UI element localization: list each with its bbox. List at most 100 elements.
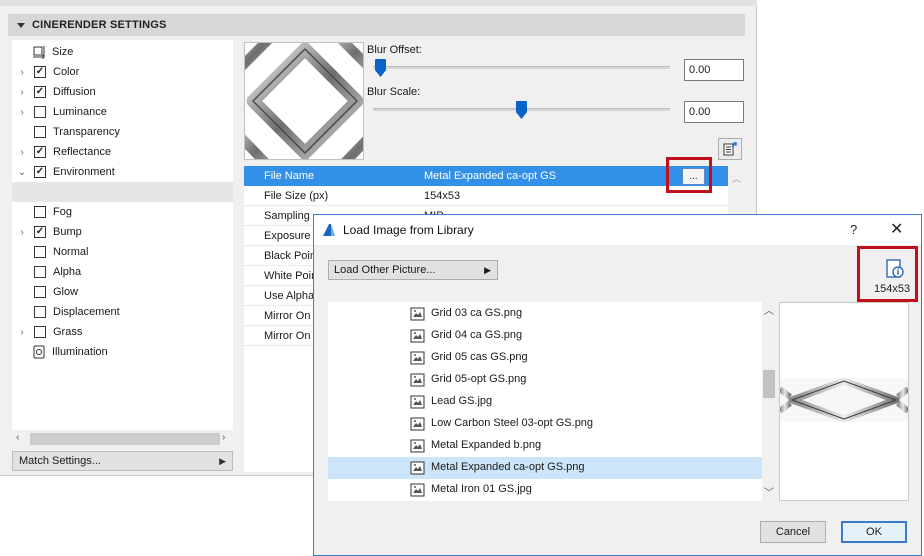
match-settings-button[interactable]: Match Settings... ▶ <box>12 451 233 471</box>
channel-label: Color <box>53 66 80 78</box>
blur-scale-input[interactable]: 0.00 <box>684 101 744 123</box>
channel-diffusion[interactable]: › ✓ Diffusion <box>12 82 233 102</box>
library-file-item[interactable]: Metal Expanded ca-opt GS.png <box>328 457 762 479</box>
checkbox-unchecked[interactable] <box>34 246 46 258</box>
checkbox-unchecked[interactable] <box>34 286 46 298</box>
image-file-icon <box>410 439 425 453</box>
load-other-picture-label: Load Other Picture... <box>334 264 436 276</box>
blur-offset-label: Blur Offset: <box>367 44 422 56</box>
expand-arrow-icon[interactable]: › <box>15 327 29 338</box>
expand-arrow-icon[interactable]: › <box>15 147 29 158</box>
checkbox-unchecked[interactable] <box>34 306 46 318</box>
metal-mesh-preview-image <box>780 303 908 500</box>
checkbox-checked[interactable]: ✓ <box>34 166 46 178</box>
channel-size[interactable]: Size <box>12 42 233 62</box>
checkbox-checked[interactable]: ✓ <box>34 86 46 98</box>
channel-color[interactable]: › ✓ Color <box>12 62 233 82</box>
library-file-item[interactable]: Grid 04 ca GS.png <box>328 325 762 347</box>
submenu-arrow-icon: ▶ <box>484 264 491 275</box>
library-file-item[interactable]: Grid 05 cas GS.png <box>328 347 762 369</box>
channel-label: Fog <box>53 206 72 218</box>
section-header[interactable]: CINERENDER SETTINGS <box>8 14 745 36</box>
image-file-icon <box>410 395 425 409</box>
cancel-button[interactable]: Cancel <box>760 521 826 543</box>
channel-label: Normal <box>53 246 89 258</box>
dialog-title: Load Image from Library <box>343 223 474 237</box>
checkbox-unchecked[interactable] <box>34 206 46 218</box>
section-title: CINERENDER SETTINGS <box>32 19 167 31</box>
channel-label: Transparency <box>53 126 120 138</box>
expand-arrow-icon[interactable]: › <box>15 67 29 78</box>
scroll-left-arrow-icon[interactable]: ‹ <box>16 432 19 443</box>
channel-label: Illumination <box>52 346 108 358</box>
expand-arrow-icon[interactable]: ⌄ <box>15 167 29 178</box>
library-file-item[interactable]: Metal Iron 01 GS.jpg <box>328 479 762 501</box>
channel-luminance[interactable]: › Luminance <box>12 102 233 122</box>
app-logo-icon <box>323 224 335 236</box>
channel-displacement[interactable]: Displacement <box>12 302 233 322</box>
channel-glow[interactable]: Glow <box>12 282 233 302</box>
channel-list: Size › ✓ Color › ✓ Diffusion › Luminance Transpar… <box>12 40 233 430</box>
scroll-down-arrow-icon[interactable]: ﹀ <box>764 484 774 499</box>
texture-options-button[interactable] <box>718 138 742 160</box>
channel-illumination[interactable]: Illumination <box>12 342 233 362</box>
checkbox-unchecked[interactable] <box>34 106 46 118</box>
table-scroll-up-icon[interactable]: ︿ <box>732 172 741 185</box>
help-button[interactable]: ? <box>850 222 857 237</box>
property-row[interactable]: File Size (px) 154x53 <box>244 186 728 206</box>
channel-bump[interactable]: › ✓ Bump <box>12 222 233 242</box>
checkbox-checked[interactable]: ✓ <box>34 66 46 78</box>
channel-list-scrollbar[interactable]: ‹ › <box>12 431 233 447</box>
file-name: Lead GS.jpg <box>431 395 493 407</box>
file-name: Metal Iron 01 GS.jpg <box>431 483 532 495</box>
library-file-item[interactable]: Grid 05-opt GS.png <box>328 369 762 391</box>
scroll-up-arrow-icon[interactable]: ︿ <box>764 302 774 317</box>
submenu-arrow-icon: ▶ <box>219 455 226 466</box>
channel-fog[interactable]: Fog <box>12 202 233 222</box>
blur-offset-slider-track[interactable] <box>373 66 670 69</box>
file-name: Metal Expanded b.png <box>431 439 542 451</box>
channel-normal[interactable]: Normal <box>12 242 233 262</box>
checkbox-unchecked[interactable] <box>34 326 46 338</box>
channel-label: Bump <box>53 226 82 238</box>
ok-button[interactable]: OK <box>841 521 907 543</box>
channel-transparency[interactable]: Transparency <box>12 122 233 142</box>
load-other-picture-button[interactable]: Load Other Picture... ▶ <box>328 260 498 280</box>
library-file-item[interactable]: Grid 03 ca GS.png <box>328 303 762 325</box>
library-file-item[interactable]: Metal Expanded b.png <box>328 435 762 457</box>
panel-top-strip <box>0 0 757 6</box>
library-image-preview <box>779 302 909 501</box>
property-key: File Size (px) <box>264 189 329 202</box>
checkbox-unchecked[interactable] <box>34 126 46 138</box>
channel-environment[interactable]: ⌄ ✓ Environment <box>12 162 233 182</box>
property-value: 154x53 <box>424 189 461 202</box>
blur-offset-input[interactable]: 0.00 <box>684 59 744 81</box>
file-name: Grid 05-opt GS.png <box>431 373 527 385</box>
channel-blank-row[interactable] <box>12 182 233 202</box>
checkbox-checked[interactable]: ✓ <box>34 226 46 238</box>
checkbox-checked[interactable]: ✓ <box>34 146 46 158</box>
expand-arrow-icon[interactable]: › <box>15 87 29 98</box>
expand-arrow-icon[interactable]: › <box>15 107 29 118</box>
property-row[interactable]: File Name Metal Expanded ca-opt GS <box>244 166 728 186</box>
illumination-icon <box>32 345 46 359</box>
scrollbar-thumb[interactable] <box>763 370 775 398</box>
file-list-scrollbar[interactable]: ︿ ﹀ <box>762 302 776 501</box>
channel-alpha[interactable]: Alpha <box>12 262 233 282</box>
channel-grass[interactable]: › Grass <box>12 322 233 342</box>
channel-label: Grass <box>53 326 83 338</box>
channel-label: Glow <box>53 286 79 298</box>
blur-scale-label: Blur Scale: <box>367 86 421 98</box>
library-file-item[interactable]: Lead GS.jpg <box>328 391 762 413</box>
document-arrow-icon <box>723 142 737 156</box>
checkbox-unchecked[interactable] <box>34 266 46 278</box>
library-file-item[interactable]: Low Carbon Steel 03-opt GS.png <box>328 413 762 435</box>
close-button[interactable]: ✕ <box>890 219 903 239</box>
expand-arrow-icon[interactable]: › <box>15 227 29 238</box>
channel-reflectance[interactable]: › ✓ Reflectance <box>12 142 233 162</box>
scrollbar-thumb[interactable] <box>30 433 220 445</box>
collapse-triangle-icon <box>17 22 25 28</box>
file-name: Grid 05 cas GS.png <box>431 351 528 363</box>
library-file-list: Grid 03 ca GS.png Grid 04 ca GS.png Grid 0… <box>328 302 762 501</box>
scroll-right-arrow-icon[interactable]: › <box>222 432 225 443</box>
